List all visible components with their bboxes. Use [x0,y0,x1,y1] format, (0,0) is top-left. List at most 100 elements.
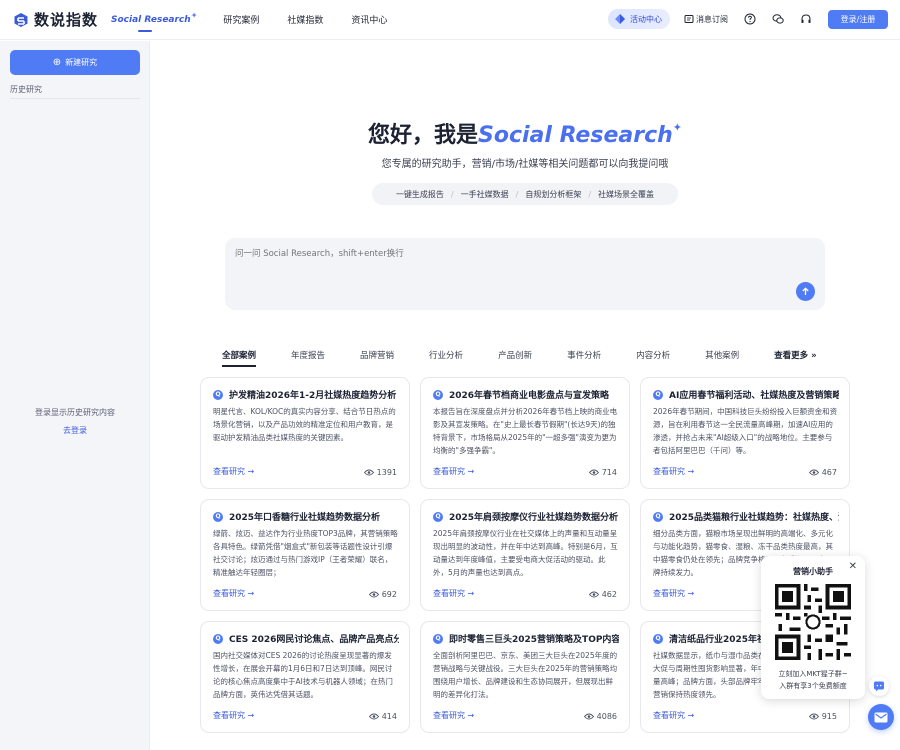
chat-bot-button[interactable] [869,676,889,696]
view-count: 915 [808,712,837,721]
subscribe-button[interactable]: 消息订阅 [684,14,728,25]
tab-all-cases[interactable]: 全部案例 [222,349,257,367]
mail-icon [874,712,888,722]
qr-code [775,584,851,660]
main-nav: Social Research ✦ 研究案例 社媒指数 资讯中心 [111,0,415,40]
hero-greeting: 您好，我是 [367,123,478,148]
card-title-text: 2025年口香糖行业社媒趋势数据分析 [229,513,381,523]
case-card[interactable]: Q 护发精油2026年1-2月社媒热度趋势分析 明星代言、KOL/KOC的真实内容分… [200,377,410,489]
view-research-link[interactable]: 查看研究 → [433,466,474,477]
view-count: 467 [808,468,837,477]
divider: / [588,189,592,199]
nav-social-research[interactable]: Social Research ✦ [111,0,197,40]
assistant-popup: 营销小助手 ✕ 立刻加入MKT猩子群~ 入群有享3个免费额度 [761,556,865,699]
tab-industry-analysis[interactable]: 行业分析 [429,349,463,361]
close-icon[interactable]: ✕ [849,561,857,572]
view-count: 1391 [363,468,397,477]
nav-social-index[interactable]: 社媒指数 [287,0,323,40]
card-description: 本报告旨在深度盘点并分析2026年春节档上映的商业电影及其宣发策略。在"史上最长… [433,407,618,455]
case-card[interactable]: Q 2026年春节档商业电影盘点与宣发策略 本报告旨在深度盘点并分析2026年春节档… [420,377,630,489]
wechat-icon[interactable] [772,13,784,25]
q-badge-icon: Q [653,389,663,400]
card-title: Q AI应用春节福利活动、社媒热度及营销策略 [653,388,839,401]
card-description: 国内社交媒体对CES 2026的讨论热度呈现显著的爆发性增长，在展会开幕的1月6… [213,651,393,699]
question-box [225,238,825,310]
tab-annual-report[interactable]: 年度报告 [291,349,325,361]
feature-pill: 一手社媒数据 [460,189,509,199]
new-research-button[interactable]: ⊕ 新建研究 [10,50,140,75]
view-count: 4086 [583,712,617,721]
case-card[interactable]: Q 2025年口香糖行业社媒趋势数据分析绿箭、炫迈、益达作为行业热度TOP3品牌，… [200,499,410,611]
view-research-label: 查看研究 [213,711,245,720]
go-login-link[interactable]: 去登录 [0,425,150,436]
q-badge-icon: Q [213,389,223,400]
view-research-link[interactable]: 查看研究 → [653,710,694,721]
view-research-label: 查看研究 [653,467,685,476]
card-title: Q 2025年口香糖行业社媒趋势数据分析 [213,510,399,523]
tab-product-innovation[interactable]: 产品创新 [498,349,532,361]
nav-research-cases[interactable]: 研究案例 [223,0,259,40]
tab-other-cases[interactable]: 其他案例 [705,349,739,361]
headset-icon[interactable] [800,13,812,25]
q-badge-icon: Q [433,633,443,644]
q-badge-icon: Q [213,511,223,522]
card-title-text: 即时零售三巨头2025营销策略及TOP内容分析 [449,635,619,645]
card-title-text: AI应用春节福利活动、社媒热度及营销策略 [669,391,839,401]
view-research-link[interactable]: 查看研究 → [213,588,254,599]
help-icon[interactable] [744,13,756,25]
card-description: 绿箭、炫迈、益达作为行业热度TOP3品牌，其营销策略各具特色。绿箭凭借"烟盒式"… [213,529,398,577]
case-card[interactable]: Q CES 2026网民讨论焦点、品牌产品亮点分析 国内社交媒体对CES 2026的… [200,621,410,733]
view-research-link[interactable]: 查看研究 → [433,710,474,721]
arrow-right-icon: → [247,589,255,598]
tab-brand-marketing[interactable]: 品牌营销 [360,349,394,361]
activity-icon [615,14,625,24]
activity-center-button[interactable]: 活动中心 [608,9,670,29]
arrow-right-icon: → [467,711,475,720]
question-input[interactable] [235,246,795,262]
feature-pills: 一键生成报告 / 一手社媒数据 / 自规划分析框架 / 社媒场景全覆盖 [372,183,678,205]
popup-desc-line: 入群有享3个免费额度 [779,682,847,690]
tab-event-analysis[interactable]: 事件分析 [567,349,601,361]
eye-icon [588,469,599,476]
hero-title: 您好，我是Social Research✦ [150,117,900,149]
send-button[interactable] [796,282,815,301]
mail-button[interactable] [868,704,894,730]
popup-desc-line: 立刻加入MKT猩子群~ [778,670,848,678]
eye-icon [808,713,819,720]
subscribe-label: 消息订阅 [696,14,728,24]
message-icon [684,15,694,23]
arrow-up-icon [802,287,809,295]
nav-news-center[interactable]: 资讯中心 [351,0,387,40]
view-count: 692 [368,590,397,599]
eye-icon [368,713,379,720]
view-research-link[interactable]: 查看研究 → [433,588,474,599]
card-title-text: 2025年肩颈按摩仪行业社媒趋势数据分析 [449,513,619,523]
eye-icon [583,713,594,720]
arrow-right-icon: → [687,711,695,720]
view-research-link[interactable]: 查看研究 → [653,588,694,599]
top-navbar: 数说指数 Social Research ✦ 研究案例 社媒指数 资讯中心 活动中… [0,0,900,40]
view-research-link[interactable]: 查看研究 → [213,710,254,721]
case-card[interactable]: Q 即时零售三巨头2025营销策略及TOP内容分析全面剖析阿里巴巴、京东、美团三大… [420,621,630,733]
divider: / [515,189,519,199]
tab-content-analysis[interactable]: 内容分析 [636,349,670,361]
card-description: 2026年春节期间，中国科技巨头纷纷投入巨额资金和资源，旨在利用春节这一全民流量… [653,407,838,455]
view-research-link[interactable]: 查看研究 → [653,466,694,477]
view-research-label: 查看研究 [213,589,245,598]
header-tools: 活动中心 消息订阅 登录/注册 [608,9,888,29]
login-register-button[interactable]: 登录/注册 [828,9,888,29]
view-research-link[interactable]: 查看研究 → [213,466,254,477]
divider: / [450,189,454,199]
case-card[interactable]: Q 2025年肩颈按摩仪行业社媒趋势数据分析 2025年肩颈按摩仪行业在社交媒体上的… [420,499,630,611]
card-description: 2025年肩颈按摩仪行业在社交媒体上的声量和互动量呈现出明显的波动性，并在年中达… [433,529,618,577]
sparkle-icon: ✦ [190,11,198,20]
sparkle-icon: ✦ [672,121,682,134]
view-count-value: 414 [381,712,397,721]
feature-pill: 社媒场景全覆盖 [598,189,655,199]
case-card[interactable]: Q AI应用春节福利活动、社媒热度及营销策略 2026年春节期间，中国科技巨头纷纷投… [640,377,850,489]
view-more-link[interactable]: 查看更多 » [774,349,816,361]
new-research-label: 新建研究 [65,58,98,67]
logo[interactable]: 数说指数 [13,9,111,30]
q-badge-icon: Q [653,633,663,644]
card-title: Q 2025品类猫粮行业社媒趋势：社媒热度、消费趋势 [653,510,839,523]
